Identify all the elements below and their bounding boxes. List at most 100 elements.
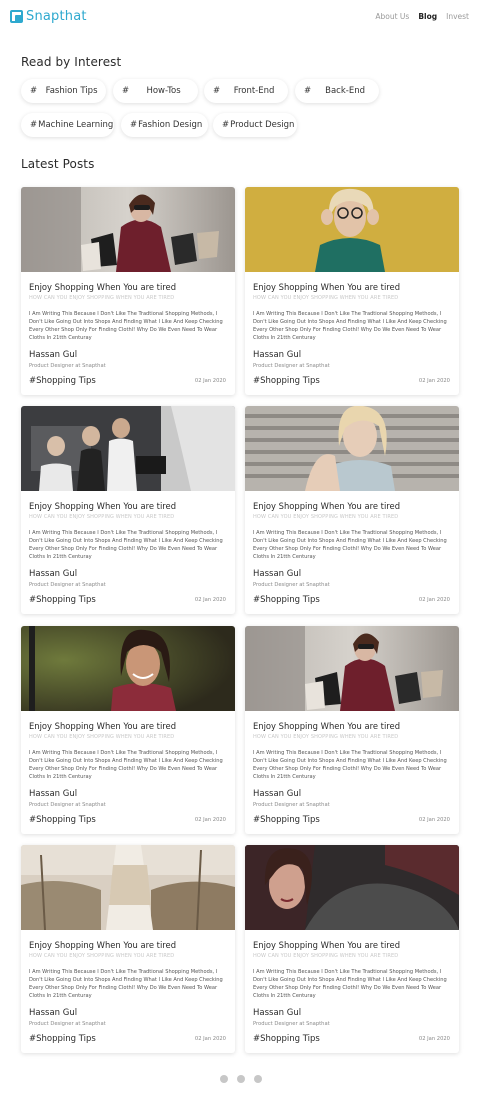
post-author-role: Product Designer at Snapthat xyxy=(253,582,330,588)
post-author-role: Product Designer at Snapthat xyxy=(253,802,330,808)
post-title[interactable]: Enjoy Shopping When You are tired xyxy=(29,282,176,292)
hash-icon: # xyxy=(30,120,38,130)
hash-icon: # xyxy=(213,86,221,96)
post-image[interactable] xyxy=(21,626,235,711)
chip-fashion-design[interactable]: # Fashion Design xyxy=(121,113,208,137)
logo[interactable]: Snapthat xyxy=(10,9,87,24)
post-date: 02 Jan 2020 xyxy=(194,378,226,384)
post-subtitle: HOW CAN YOU ENJOY SHOPPING WHEN YOU ARE … xyxy=(29,295,175,301)
post-subtitle: HOW CAN YOU ENJOY SHOPPING WHEN YOU ARE … xyxy=(253,953,399,959)
chip-label: Front-End xyxy=(233,86,275,96)
post-card[interactable]: Enjoy Shopping When You are tired HOW CA… xyxy=(245,845,459,1053)
post-tag[interactable]: #Shopping Tips xyxy=(29,595,96,605)
post-author-role: Product Designer at Snapthat xyxy=(29,363,106,369)
post-title[interactable]: Enjoy Shopping When You are tired xyxy=(253,721,400,731)
post-image[interactable] xyxy=(245,626,459,711)
post-date: 02 Jan 2020 xyxy=(194,597,226,603)
top-nav: Snapthat About Us Blog Invest xyxy=(0,0,480,34)
post-image[interactable] xyxy=(245,187,459,272)
post-subtitle: HOW CAN YOU ENJOY SHOPPING WHEN YOU ARE … xyxy=(29,514,175,520)
chip-how-tos[interactable]: # How-Tos xyxy=(113,79,198,103)
chip-label: Machine Learning xyxy=(38,120,114,130)
post-title[interactable]: Enjoy Shopping When You are tired xyxy=(29,940,176,950)
post-author[interactable]: Hassan Gul xyxy=(29,350,77,360)
chip-label: Back-End xyxy=(325,86,365,96)
post-date: 02 Jan 2020 xyxy=(194,817,226,823)
post-author-role: Product Designer at Snapthat xyxy=(253,1021,330,1027)
post-author[interactable]: Hassan Gul xyxy=(253,789,301,799)
pagination-dot[interactable] xyxy=(254,1075,262,1083)
post-author-role: Product Designer at Snapthat xyxy=(29,582,106,588)
chip-label: Fashion Design xyxy=(138,120,203,130)
post-author-role: Product Designer at Snapthat xyxy=(29,1021,106,1027)
post-title[interactable]: Enjoy Shopping When You are tired xyxy=(253,282,400,292)
logo-icon xyxy=(10,10,23,23)
post-image[interactable] xyxy=(21,187,235,272)
section-title-latest-posts: Latest Posts xyxy=(21,157,95,171)
post-author-role: Product Designer at Snapthat xyxy=(253,363,330,369)
pagination-dots xyxy=(220,1075,262,1083)
post-date: 02 Jan 2020 xyxy=(418,378,450,384)
post-date: 02 Jan 2020 xyxy=(418,817,450,823)
post-image[interactable] xyxy=(21,406,235,491)
post-tag[interactable]: #Shopping Tips xyxy=(29,1034,96,1044)
post-tag[interactable]: #Shopping Tips xyxy=(253,1034,320,1044)
hash-icon: # xyxy=(222,120,230,130)
post-tag[interactable]: #Shopping Tips xyxy=(253,376,320,386)
post-image[interactable] xyxy=(245,845,459,930)
section-title-read-by-interest: Read by Interest xyxy=(21,55,122,69)
post-card[interactable]: Enjoy Shopping When You are tired HOW CA… xyxy=(21,187,235,395)
post-card[interactable]: Enjoy Shopping When You are tired HOW CA… xyxy=(21,626,235,834)
hash-icon: # xyxy=(30,86,38,96)
post-card[interactable]: Enjoy Shopping When You are tired HOW CA… xyxy=(21,845,235,1053)
post-author[interactable]: Hassan Gul xyxy=(29,569,77,579)
post-image[interactable] xyxy=(245,406,459,491)
post-excerpt: I Am Writing This Because I Don't Like T… xyxy=(29,750,223,780)
chip-back-end[interactable]: # Back-End xyxy=(295,79,379,103)
chip-label: How-Tos xyxy=(146,86,181,96)
post-title[interactable]: Enjoy Shopping When You are tired xyxy=(253,501,400,511)
nav-link-about-us[interactable]: About Us xyxy=(375,12,409,21)
post-author[interactable]: Hassan Gul xyxy=(29,1008,77,1018)
post-date: 02 Jan 2020 xyxy=(418,597,450,603)
post-title[interactable]: Enjoy Shopping When You are tired xyxy=(29,501,176,511)
post-date: 02 Jan 2020 xyxy=(418,1036,450,1042)
post-card[interactable]: Enjoy Shopping When You are tired HOW CA… xyxy=(21,406,235,614)
logo-text: Snapthat xyxy=(26,9,87,24)
hash-icon: # xyxy=(304,86,312,96)
nav-links: About Us Blog Invest xyxy=(375,12,469,21)
post-excerpt: I Am Writing This Because I Don't Like T… xyxy=(253,969,447,999)
post-author[interactable]: Hassan Gul xyxy=(253,1008,301,1018)
chip-machine-learning[interactable]: # Machine Learning xyxy=(21,113,114,137)
nav-link-blog[interactable]: Blog xyxy=(418,12,437,21)
post-author[interactable]: Hassan Gul xyxy=(253,350,301,360)
post-image[interactable] xyxy=(21,845,235,930)
post-title[interactable]: Enjoy Shopping When You are tired xyxy=(253,940,400,950)
post-excerpt: I Am Writing This Because I Don't Like T… xyxy=(29,530,223,560)
post-author-role: Product Designer at Snapthat xyxy=(29,802,106,808)
post-excerpt: I Am Writing This Because I Don't Like T… xyxy=(29,311,223,341)
chip-product-design[interactable]: # Product Design xyxy=(213,113,297,137)
chip-front-end[interactable]: # Front-End xyxy=(204,79,288,103)
chip-label: Fashion Tips xyxy=(45,86,98,96)
post-tag[interactable]: #Shopping Tips xyxy=(253,595,320,605)
post-card[interactable]: Enjoy Shopping When You are tired HOW CA… xyxy=(245,406,459,614)
post-excerpt: I Am Writing This Because I Don't Like T… xyxy=(253,530,447,560)
post-author[interactable]: Hassan Gul xyxy=(253,569,301,579)
chip-fashion-tips[interactable]: # Fashion Tips xyxy=(21,79,106,103)
post-subtitle: HOW CAN YOU ENJOY SHOPPING WHEN YOU ARE … xyxy=(253,295,399,301)
hash-icon: # xyxy=(122,86,130,96)
post-excerpt: I Am Writing This Because I Don't Like T… xyxy=(253,311,447,341)
post-author[interactable]: Hassan Gul xyxy=(29,789,77,799)
post-tag[interactable]: #Shopping Tips xyxy=(29,376,96,386)
post-subtitle: HOW CAN YOU ENJOY SHOPPING WHEN YOU ARE … xyxy=(29,734,175,740)
post-tag[interactable]: #Shopping Tips xyxy=(253,815,320,825)
post-card[interactable]: Enjoy Shopping When You are tired HOW CA… xyxy=(245,187,459,395)
pagination-dot[interactable] xyxy=(220,1075,228,1083)
post-subtitle: HOW CAN YOU ENJOY SHOPPING WHEN YOU ARE … xyxy=(253,514,399,520)
post-title[interactable]: Enjoy Shopping When You are tired xyxy=(29,721,176,731)
post-card[interactable]: Enjoy Shopping When You are tired HOW CA… xyxy=(245,626,459,834)
pagination-dot[interactable] xyxy=(237,1075,245,1083)
nav-link-invest[interactable]: Invest xyxy=(446,12,469,21)
post-tag[interactable]: #Shopping Tips xyxy=(29,815,96,825)
